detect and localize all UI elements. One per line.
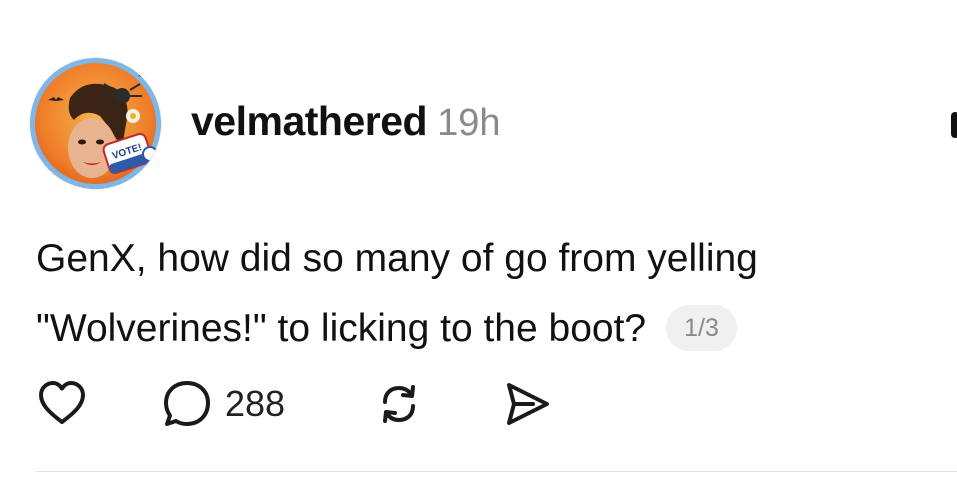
post-text-line-2-content: "Wolverines!" to licking to the boot?: [36, 307, 647, 350]
heart-icon: [39, 381, 85, 424]
username[interactable]: velmathered: [191, 98, 428, 145]
like-button[interactable]: [36, 378, 88, 430]
page-indicator-badge: 1/3: [666, 304, 737, 351]
repost-icon: [383, 385, 415, 423]
post-header: velmathered 19h: [191, 98, 500, 152]
reply-button[interactable]: 288: [161, 378, 285, 430]
reply-count: 288: [225, 383, 286, 424]
avatar[interactable]: VOTE!: [30, 58, 161, 189]
post-text-line-1: GenX, how did so many of go from yelling: [36, 237, 758, 280]
speech-bubble-icon: [164, 381, 210, 426]
post-divider: [36, 471, 957, 472]
share-button[interactable]: [501, 378, 553, 430]
more-options-icon[interactable]: [951, 112, 957, 138]
post-text-line-2: "Wolverines!" to licking to the boot? 1/3: [36, 294, 936, 364]
repost-button[interactable]: [373, 378, 425, 430]
timestamp: 19h: [437, 102, 501, 144]
action-bar: 288: [36, 378, 596, 430]
post-body: GenX, how did so many of go from yelling…: [36, 224, 936, 364]
avatar-image: VOTE!: [30, 58, 161, 189]
send-icon: [507, 383, 549, 425]
